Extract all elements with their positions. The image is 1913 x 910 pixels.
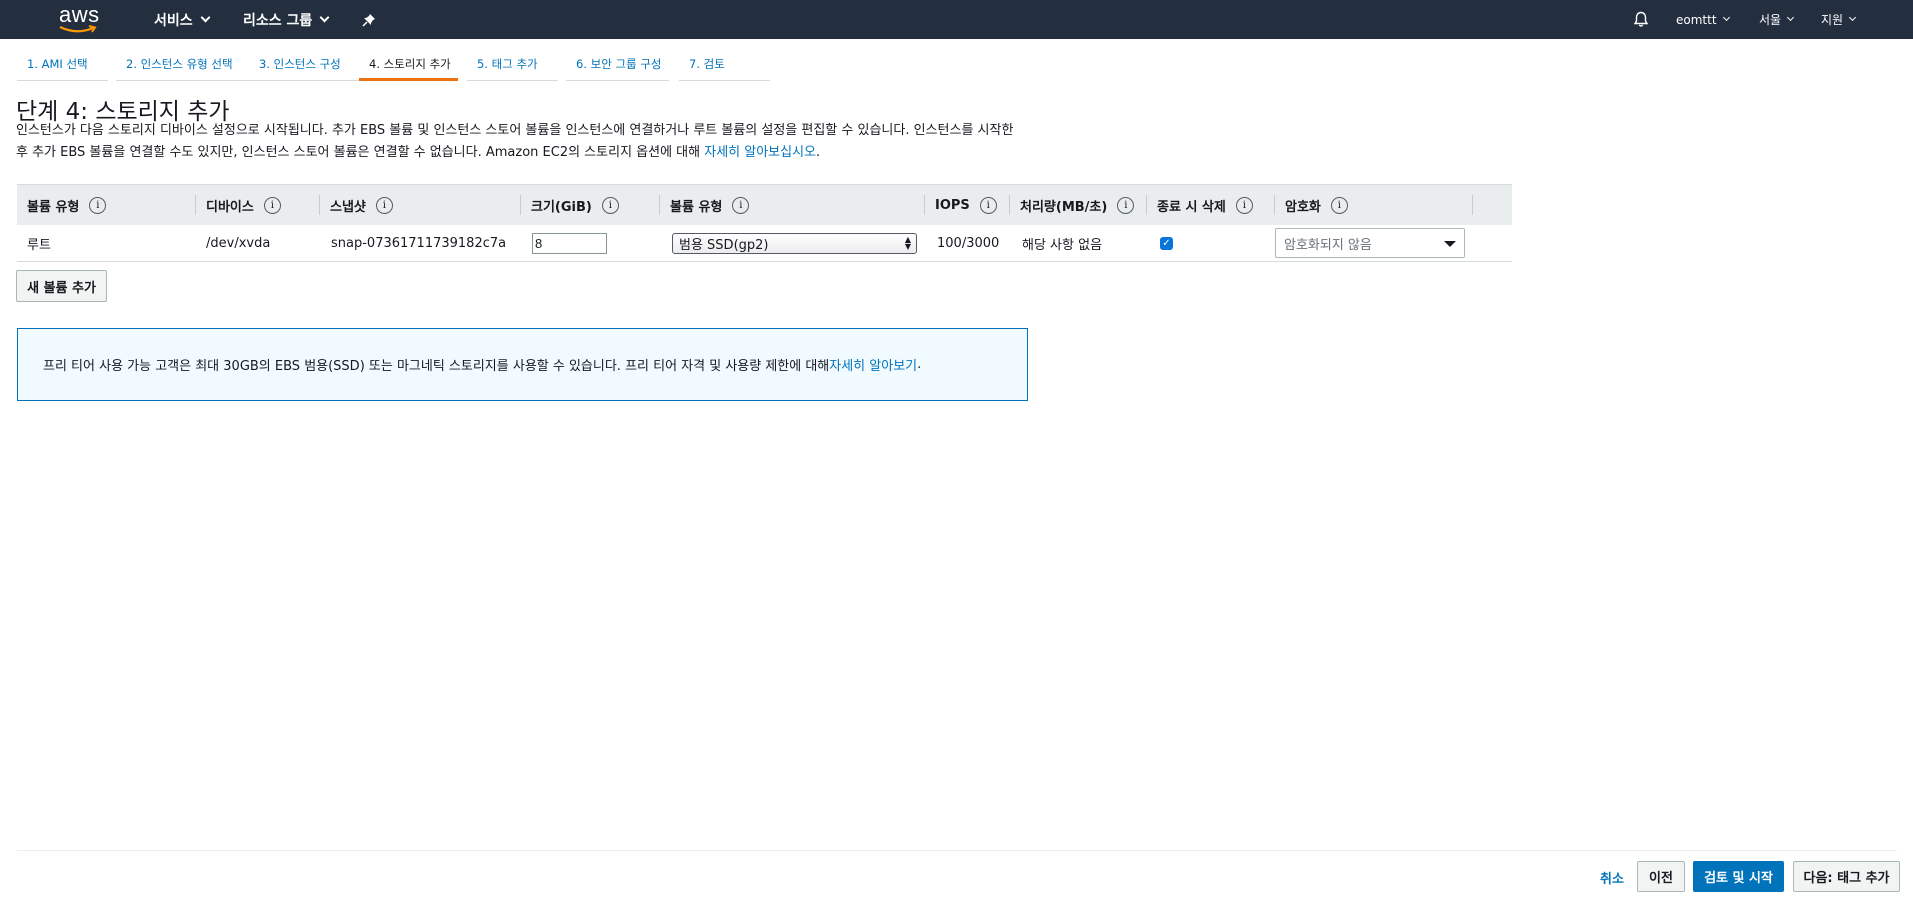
footer-divider [17,850,1897,851]
top-nav: aws 서비스 리소스 그룹 eomttt 서울 지원 [0,0,1913,39]
header-label: IOPS [935,197,970,213]
cell-volume-kind: 루트 [27,237,51,253]
region-menu[interactable]: 서울 [1759,0,1795,39]
add-volume-button[interactable]: 새 볼륨 추가 [16,270,107,302]
chevron-down-icon [319,12,330,23]
services-label: 서비스 [154,12,193,29]
account-label: eomttt [1676,12,1717,27]
info-icon[interactable]: i [1117,196,1135,214]
header-label: 볼륨 유형 [27,199,80,215]
header-volume-type: 볼륨 유형 i [660,185,925,225]
description-line-1: 인스턴스가 다음 스토리지 디바이스 설정으로 시작됩니다. 추가 EBS 볼륨… [16,123,1014,138]
select-arrows-icon: ▲ ▼ [904,234,911,251]
info-icon[interactable]: i [263,196,281,214]
header-label: 크기(GiB) [531,199,592,215]
aws-smile-icon [59,25,97,33]
header-device: 디바이스 i [196,185,320,225]
header-label: 처리량(MB/초) [1020,199,1108,215]
info-text: 프리 티어 사용 가능 고객은 최대 30GB의 EBS 범용(SSD) 또는 … [43,359,830,374]
cancel-button[interactable]: 취소 [1600,868,1624,887]
info-period: . [917,357,922,372]
cell-encryption: 암호화되지 않음 [1275,225,1465,261]
header-label: 디바이스 [206,199,254,215]
header-label: 종료 시 삭제 [1157,199,1226,215]
info-icon[interactable]: i [1330,196,1348,214]
free-tier-info-box: 프리 티어 사용 가능 고객은 최대 30GB의 EBS 범용(SSD) 또는 … [17,328,1028,401]
size-input[interactable] [532,232,607,254]
header-size: 크기(GiB) i [521,185,660,225]
tab-configure-security-group[interactable]: 6. 보안 그룹 구성 [566,52,669,81]
support-menu[interactable]: 지원 [1821,0,1857,39]
table-row: 루트 /dev/xvda snap-07361711739182c7a 범용 S… [17,225,1512,262]
caret-down-icon [1444,241,1456,247]
info-icon[interactable]: i [979,196,997,214]
header-label: 스냅샷 [330,199,366,215]
header-encryption: 암호화 i [1275,185,1473,225]
check-icon: ✓ [1162,237,1171,249]
volume-type-select[interactable]: 범용 SSD(gp2) ▲ ▼ [672,232,917,254]
description-line-2: 후 추가 EBS 볼륨을 연결할 수도 있지만, 인스턴스 스토어 볼륨은 연결… [16,142,1046,164]
header-volume-kind: 볼륨 유형 i [17,185,196,225]
header-iops: IOPS i [925,185,1010,225]
tab-choose-ami[interactable]: 1. AMI 선택 [17,52,108,81]
cell-throughput: 해당 사항 없음 [1022,237,1103,253]
description-period: . [816,145,821,160]
cell-size [532,225,607,261]
delete-on-termination-checkbox[interactable]: ✓ [1160,236,1173,250]
table-header: 볼륨 유형 i 디바이스 i 스냅샷 i 크기(GiB) i 볼륨 유형 i I… [17,184,1512,225]
previous-button[interactable]: 이전 [1637,861,1685,892]
next-add-tags-button[interactable]: 다음: 태그 추가 [1793,861,1900,892]
pushpin-icon [362,13,375,27]
aws-logo-text: aws [59,2,100,27]
resource-groups-menu[interactable]: 리소스 그룹 [243,0,330,39]
aws-logo[interactable]: aws [57,3,101,35]
header-label: 암호화 [1285,199,1321,215]
cell-iops: 100/3000 [937,235,1000,251]
tab-configure-instance[interactable]: 3. 인스턴스 구성 [249,52,359,81]
notifications-bell[interactable] [1633,0,1649,39]
chevron-down-icon [1849,13,1857,22]
tab-choose-instance-type[interactable]: 2. 인스턴스 유형 선택 [116,52,249,81]
column-divider [1472,195,1473,215]
account-menu[interactable]: eomttt [1676,0,1730,39]
header-label: 볼륨 유형 [670,199,723,215]
cell-delete-on-termination: ✓ [1160,225,1173,261]
region-label: 서울 [1759,13,1782,27]
info-icon[interactable]: i [375,196,393,214]
info-icon[interactable]: i [89,196,107,214]
resource-groups-label: 리소스 그룹 [243,12,313,29]
cell-volume-type: 범용 SSD(gp2) ▲ ▼ [672,225,917,261]
chevron-down-icon [200,12,211,23]
info-icon[interactable]: i [601,196,619,214]
description-text: 후 추가 EBS 볼륨을 연결할 수도 있지만, 인스턴스 스토어 볼륨은 연결… [16,145,705,160]
tab-add-tags[interactable]: 5. 태그 추가 [467,52,558,81]
header-snapshot: 스냅샷 i [320,185,521,225]
services-menu[interactable]: 서비스 [154,0,211,39]
support-label: 지원 [1821,13,1844,27]
encryption-select[interactable]: 암호화되지 않음 [1275,228,1465,258]
info-icon[interactable]: i [1235,196,1253,214]
encryption-value: 암호화되지 않음 [1284,237,1372,253]
bell-icon [1633,11,1649,27]
volume-type-value: 범용 SSD(gp2) [679,237,769,253]
step-description: 인스턴스가 다음 스토리지 디바이스 설정으로 시작됩니다. 추가 EBS 볼륨… [16,120,1046,164]
pin-icon[interactable] [362,0,376,39]
header-throughput: 처리량(MB/초) i [1010,185,1147,225]
chevron-down-icon [1722,13,1730,22]
cell-snapshot: snap-07361711739182c7a [331,235,507,251]
header-delete-on-termination: 종료 시 삭제 i [1147,185,1275,225]
cell-device: /dev/xvda [206,235,271,251]
learn-more-link[interactable]: 자세히 알아보십시오 [704,145,816,160]
review-and-launch-button[interactable]: 검토 및 시작 [1693,861,1784,892]
tab-review[interactable]: 7. 검토 [679,52,770,81]
storage-table: 볼륨 유형 i 디바이스 i 스냅샷 i 크기(GiB) i 볼륨 유형 i I… [17,184,1512,262]
free-tier-learn-more-link[interactable]: 자세히 알아보기 [829,355,917,374]
info-icon[interactable]: i [732,196,750,214]
tab-add-storage[interactable]: 4. 스토리지 추가 [359,52,458,81]
chevron-down-icon [1787,13,1795,22]
